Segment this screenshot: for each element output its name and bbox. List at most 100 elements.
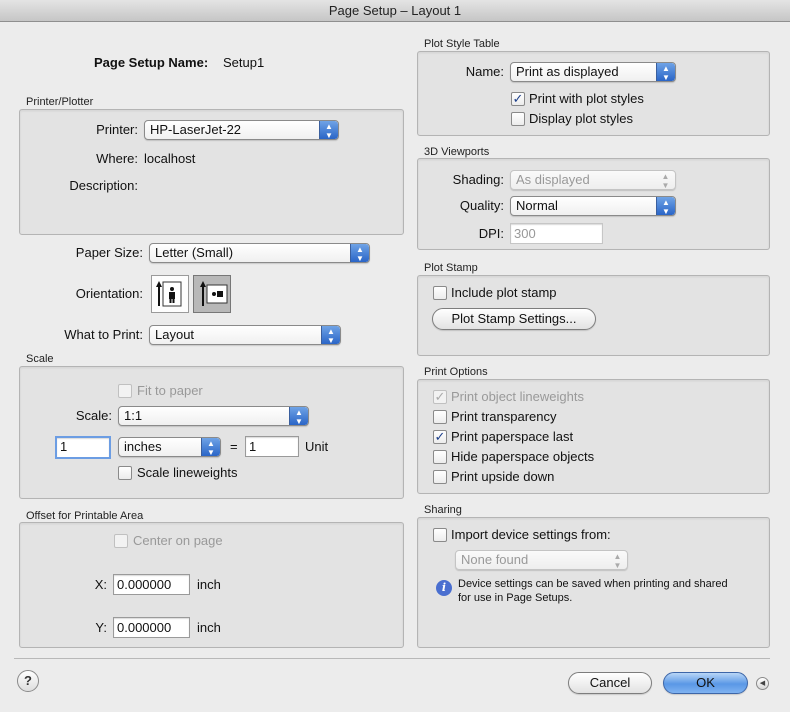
plot-style-name-select[interactable]: Print as displayed ▲ ▼: [510, 62, 676, 82]
hide-paperspace-objects-checkbox[interactable]: [433, 450, 447, 464]
print-paperspace-last-label: Print paperspace last: [451, 429, 574, 444]
checkmark-icon: ✓: [512, 91, 524, 106]
drawing-units-input[interactable]: 1: [245, 436, 299, 457]
ok-button[interactable]: OK: [663, 672, 748, 694]
popup-arrows-icon: ▲ ▼: [656, 63, 675, 81]
orientation-portrait-button[interactable]: [151, 275, 189, 313]
print-upside-down-label: Print upside down: [451, 469, 555, 484]
shading-label: Shading:: [452, 172, 504, 187]
import-device-settings-checkbox[interactable]: [433, 528, 447, 542]
plot-stamp-title: Plot Stamp: [424, 262, 478, 274]
sharing-info-line2: for use in Page Setups.: [458, 592, 573, 604]
where-value: localhost: [144, 151, 196, 166]
print-with-plot-styles-label: Print with plot styles: [529, 91, 644, 106]
offset-title: Offset for Printable Area: [26, 510, 144, 522]
scale-label: Scale:: [75, 408, 112, 423]
help-button[interactable]: ?: [17, 670, 39, 692]
orientation-landscape-button[interactable]: [193, 275, 231, 313]
popup-arrows-icon: ▲ ▼: [321, 326, 340, 344]
print-object-lineweights-checkbox[interactable]: ✓: [433, 390, 447, 404]
viewports-3d-title: 3D Viewports: [424, 146, 490, 158]
printer-select[interactable]: HP-LaserJet-22 ▲ ▼: [144, 120, 339, 140]
print-transparency-checkbox[interactable]: [433, 410, 447, 424]
plot-style-table-title: Plot Style Table: [424, 38, 500, 50]
y-offset-unit: inch: [197, 620, 221, 635]
center-on-page-label: Center on page: [133, 533, 223, 548]
print-paperspace-last-checkbox[interactable]: ✓: [433, 430, 447, 444]
plot-style-name-label: Name:: [465, 64, 504, 79]
scale-lineweights-checkbox[interactable]: [118, 466, 132, 480]
y-offset-input[interactable]: 0.000000: [113, 617, 190, 638]
sharing-info-line1: Device settings can be saved when printi…: [458, 578, 728, 590]
units-value: inches: [124, 439, 162, 454]
x-offset-input[interactable]: 0.000000: [113, 574, 190, 595]
portrait-icon: [156, 281, 182, 307]
y-offset-label: Y:: [95, 620, 107, 635]
shading-select[interactable]: As displayed ▲ ▼: [510, 170, 676, 190]
popup-arrows-icon: ▲ ▼: [289, 407, 308, 425]
popup-arrows-icon: ▲ ▼: [656, 197, 675, 215]
print-options-title: Print Options: [424, 366, 488, 378]
paper-size-select[interactable]: Letter (Small) ▲ ▼: [149, 243, 370, 263]
where-label: Where:: [96, 151, 138, 166]
checkmark-icon: ✓: [434, 389, 446, 404]
include-plot-stamp-checkbox[interactable]: [433, 286, 447, 300]
popup-arrows-icon: ▲ ▼: [350, 244, 369, 262]
center-on-page-checkbox[interactable]: [114, 534, 128, 548]
footer-separator: [14, 658, 770, 659]
plot-stamp-settings-button[interactable]: Plot Stamp Settings...: [432, 308, 596, 330]
print-upside-down-checkbox[interactable]: [433, 470, 447, 484]
display-plot-styles-checkbox[interactable]: [511, 112, 525, 126]
disclosure-icon[interactable]: ◀: [756, 677, 769, 690]
dpi-label: DPI:: [478, 226, 504, 241]
info-icon: i: [436, 580, 452, 596]
display-plot-styles-label: Display plot styles: [529, 111, 634, 126]
printer-plotter-title: Printer/Plotter: [26, 96, 94, 108]
print-object-lineweights-label: Print object lineweights: [451, 389, 584, 404]
quality-value: Normal: [516, 198, 558, 213]
quality-select[interactable]: Normal ▲ ▼: [510, 196, 676, 216]
plot-style-name-value: Print as displayed: [516, 64, 619, 79]
landscape-icon: [200, 281, 228, 306]
device-settings-source-select[interactable]: None found ▲ ▼: [455, 550, 628, 570]
hide-paperspace-objects-label: Hide paperspace objects: [451, 449, 595, 464]
paper-size-value: Letter (Small): [155, 245, 234, 260]
x-offset-label: X:: [94, 577, 107, 592]
units-select[interactable]: inches ▲ ▼: [118, 437, 221, 457]
popup-arrows-icon: ▲ ▼: [201, 438, 220, 456]
import-device-settings-label: Import device settings from:: [451, 527, 611, 542]
checkmark-icon: ✓: [434, 429, 446, 444]
quality-label: Quality:: [459, 198, 504, 213]
paper-size-label: Paper Size:: [75, 245, 143, 260]
scale-lineweights-label: Scale lineweights: [137, 465, 238, 480]
fit-to-paper-checkbox[interactable]: [118, 384, 132, 398]
what-to-print-label: What to Print:: [64, 327, 143, 342]
print-transparency-label: Print transparency: [451, 409, 557, 424]
page-setup-name-label: Page Setup Name:: [94, 55, 209, 70]
popup-arrows-icon: ▲ ▼: [661, 172, 670, 190]
sharing-title: Sharing: [424, 504, 462, 516]
scale-value: 1:1: [124, 408, 143, 423]
x-offset-unit: inch: [197, 577, 221, 592]
cancel-button[interactable]: Cancel: [568, 672, 652, 694]
dpi-input[interactable]: 300: [510, 223, 603, 244]
what-to-print-select[interactable]: Layout ▲ ▼: [149, 325, 341, 345]
scale-select[interactable]: 1:1 ▲ ▼: [118, 406, 309, 426]
device-settings-source-value: None found: [461, 552, 529, 567]
popup-arrows-icon: ▲ ▼: [613, 552, 622, 570]
page-setup-name-value: Setup1: [223, 55, 265, 70]
print-with-plot-styles-checkbox[interactable]: ✓: [511, 92, 525, 106]
fit-to-paper-label: Fit to paper: [137, 383, 203, 398]
paper-units-input[interactable]: 1: [55, 436, 111, 459]
window-title: Page Setup – Layout 1: [0, 0, 790, 22]
printer-label: Printer:: [96, 122, 138, 137]
equals-sign: =: [230, 439, 238, 454]
orientation-label: Orientation:: [75, 286, 143, 301]
include-plot-stamp-label: Include plot stamp: [451, 285, 557, 300]
printer-select-value: HP-LaserJet-22: [150, 122, 242, 137]
what-to-print-value: Layout: [155, 327, 195, 342]
popup-arrows-icon: ▲ ▼: [319, 121, 338, 139]
unit-label: Unit: [305, 439, 329, 454]
shading-value: As displayed: [516, 172, 590, 187]
scale-title: Scale: [26, 353, 54, 365]
